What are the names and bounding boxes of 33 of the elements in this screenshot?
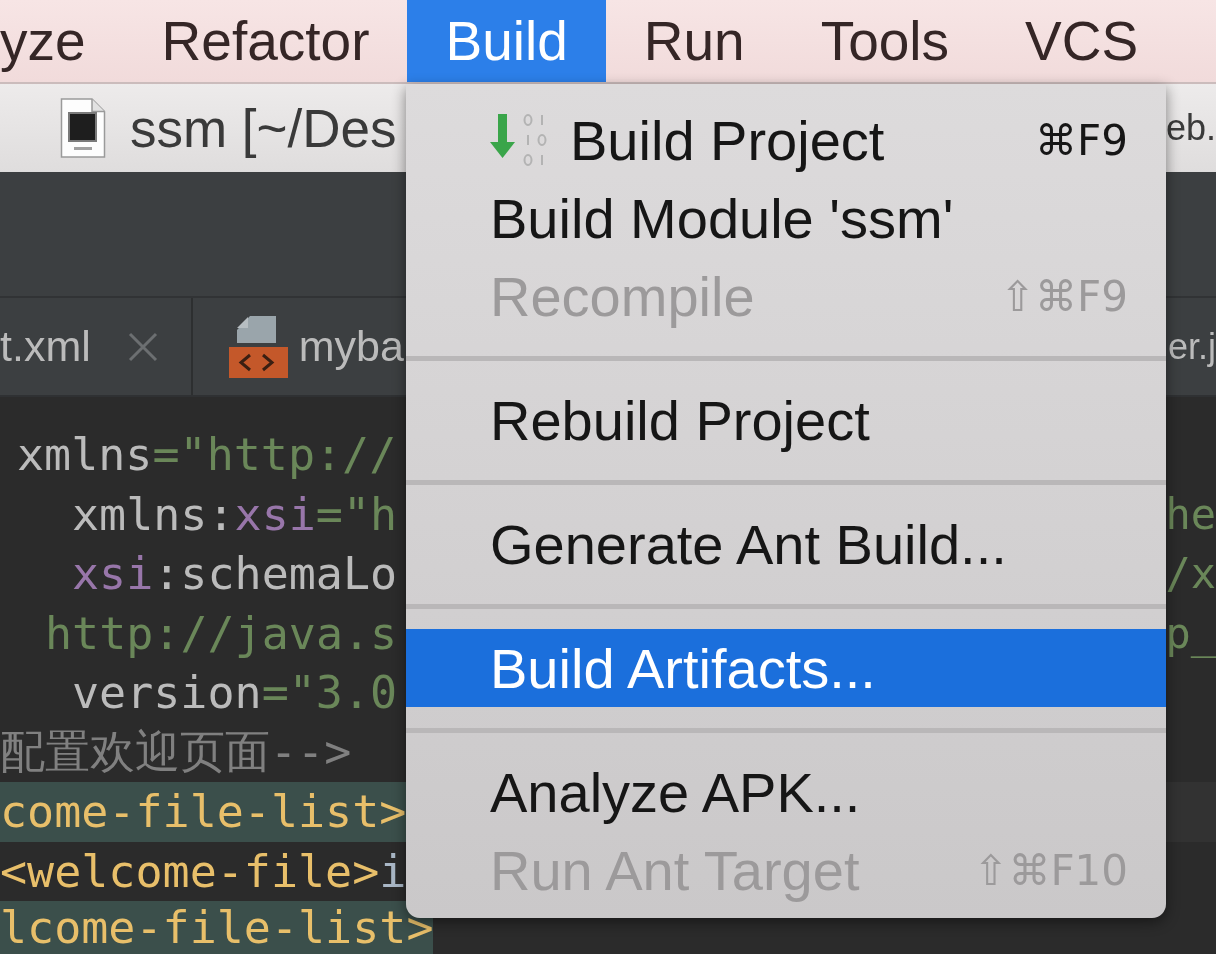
code-line: xmlns="http:// (17, 427, 397, 484)
menu-bar-item[interactable]: Run (605, 0, 783, 82)
window-title: eb. (1165, 107, 1216, 149)
keyboard-shortcut: ⌘F9 (1035, 115, 1128, 165)
editor-tab[interactable]: er.j (1167, 325, 1216, 368)
menu-bar-item[interactable]: Build (407, 0, 606, 82)
code-line: <welcome-file>i (0, 843, 407, 900)
window-title: ssm [~/Des (130, 97, 397, 159)
menu-bar-item[interactable]: VCS (987, 0, 1177, 82)
code-line: http://java.s (45, 605, 398, 662)
code-line: version="3.0 (72, 665, 398, 722)
menu-item[interactable]: Rebuild Project (406, 381, 1166, 459)
editor-tab[interactable]: t.xml (0, 298, 193, 395)
menu-bar-item[interactable]: Refactor (123, 0, 408, 82)
menu-bar-item[interactable]: Tools (782, 0, 988, 82)
xml-file-icon (60, 98, 106, 158)
menu-item[interactable]: Analyze APK... (406, 753, 1166, 831)
close-icon[interactable] (127, 331, 158, 362)
menu-item[interactable]: Build Artifacts... (406, 629, 1166, 707)
code-line: xsi:schemaLo (72, 546, 398, 603)
menu-item[interactable]: Build Project ⌘F9 (406, 101, 1166, 179)
xml-file-icon (227, 315, 288, 378)
code-line: he (1165, 488, 1216, 541)
code-line: /x (1165, 548, 1216, 601)
keyboard-shortcut: ⇧⌘F9 (999, 271, 1128, 321)
editor-tab[interactable]: myba (192, 298, 404, 395)
code-line: xmlns:xsi="h (72, 486, 398, 543)
code-line: 配置欢迎页面--> (0, 724, 352, 781)
down-arrow-icon (490, 114, 548, 166)
menu-bar-item[interactable]: yze (0, 0, 124, 82)
code-line: p_ (1165, 607, 1216, 660)
menu-item[interactable]: Generate Ant Build... (406, 505, 1166, 583)
menu-item[interactable]: Build Module 'ssm' (406, 179, 1166, 257)
